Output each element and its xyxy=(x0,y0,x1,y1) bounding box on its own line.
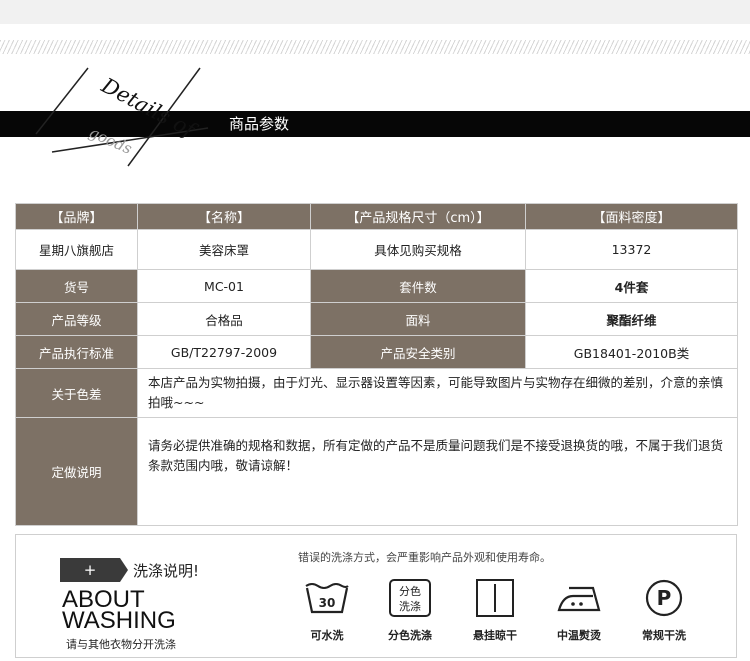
separate-wash-glyph1: 分色 xyxy=(399,584,421,598)
custom-note-label: 定做说明 xyxy=(15,417,138,526)
section-title: 商品参数 xyxy=(229,115,290,133)
size-value: 具体见购买规格 xyxy=(310,229,526,270)
name-value: 美容床罩 xyxy=(137,229,311,270)
table-header-row: 【品牌】 【名称】 【产品规格尺寸（cm）】 【面料密度】 xyxy=(15,203,738,230)
iron-label: 中温熨烫 xyxy=(557,629,601,642)
custom-note-text: 请务必提供准确的规格和数据，所有定做的产品不是质量问题我们是不接受退换货的哦，不… xyxy=(137,417,738,526)
table-row: 产品执行标准 GB/T22797-2009 产品安全类别 GB18401-201… xyxy=(15,335,738,369)
washing-title: 洗涤说明! xyxy=(133,562,200,580)
hatch-divider xyxy=(0,40,750,54)
table-row: 货号 MC-01 套件数 4件套 xyxy=(15,269,738,303)
color-diff-label: 关于色差 xyxy=(15,368,138,418)
separate-wash-label: 分色洗涤 xyxy=(388,629,432,642)
separate-wash-icon: 分色 洗涤 xyxy=(389,579,431,617)
item-no-value: MC-01 xyxy=(137,269,311,303)
washtub-temp: 30 xyxy=(319,596,336,610)
set-count-value: 4件套 xyxy=(525,269,738,303)
washing-subtitle: 请与其他衣物分开洗涤 xyxy=(66,638,176,651)
separate-wash-glyph2: 洗涤 xyxy=(399,599,421,613)
standard-label: 产品执行标准 xyxy=(15,335,138,369)
hang-dry-label: 悬挂晾干 xyxy=(473,629,517,642)
grade-value: 合格品 xyxy=(137,302,311,336)
iron-icon xyxy=(557,586,601,612)
washtub-icon: 30 xyxy=(305,583,349,614)
fabric-value: 聚酯纤维 xyxy=(525,302,738,336)
head-density: 【面料密度】 xyxy=(525,203,738,230)
safety-label: 产品安全类别 xyxy=(310,335,526,369)
product-params-table: 【品牌】 【名称】 【产品规格尺寸（cm）】 【面料密度】 星期八旗舰店 美容床… xyxy=(15,203,738,526)
color-diff-text: 本店产品为实物拍摄，由于灯光、显示器设置等因素，可能导致图片与实物存在细微的差别… xyxy=(137,368,738,418)
table-row: 产品等级 合格品 面料 聚酯纤维 xyxy=(15,302,738,336)
grade-label: 产品等级 xyxy=(15,302,138,336)
safety-value: GB18401-2010B类 xyxy=(525,335,738,369)
table-row: 关于色差 本店产品为实物拍摄，由于灯光、显示器设置等因素，可能导致图片与实物存在… xyxy=(15,368,738,418)
fabric-label: 面料 xyxy=(310,302,526,336)
head-name: 【名称】 xyxy=(137,203,311,230)
plus-tab-notch xyxy=(120,558,128,582)
dry-clean-glyph: P xyxy=(657,586,672,610)
dry-clean-label: 常规干洗 xyxy=(642,629,686,642)
about-line2: WASHING xyxy=(62,607,176,634)
dry-clean-icon: P xyxy=(645,579,683,617)
hang-dry-icon xyxy=(476,579,514,617)
density-value: 13372 xyxy=(525,229,738,270)
table-row: 星期八旗舰店 美容床罩 具体见购买规格 13372 xyxy=(15,229,738,270)
details-of-goods-badge: Details of goods xyxy=(35,67,209,167)
washtub-label: 可水洗 xyxy=(310,629,344,642)
brand-value: 星期八旗舰店 xyxy=(15,229,138,270)
item-no-label: 货号 xyxy=(15,269,138,303)
standard-value: GB/T22797-2009 xyxy=(137,335,311,369)
top-strip xyxy=(0,0,750,24)
plus-tab: + xyxy=(60,558,120,582)
table-row: 定做说明 请务必提供准确的规格和数据，所有定做的产品不是质量问题我们是不接受退换… xyxy=(15,417,738,526)
head-size: 【产品规格尺寸（cm）】 xyxy=(310,203,526,230)
badge-line2: goods xyxy=(86,123,135,158)
head-brand: 【品牌】 xyxy=(15,203,138,230)
washing-warning: 错误的洗涤方式，会严重影响产品外观和使用寿命。 xyxy=(298,551,551,564)
set-count-label: 套件数 xyxy=(310,269,526,303)
